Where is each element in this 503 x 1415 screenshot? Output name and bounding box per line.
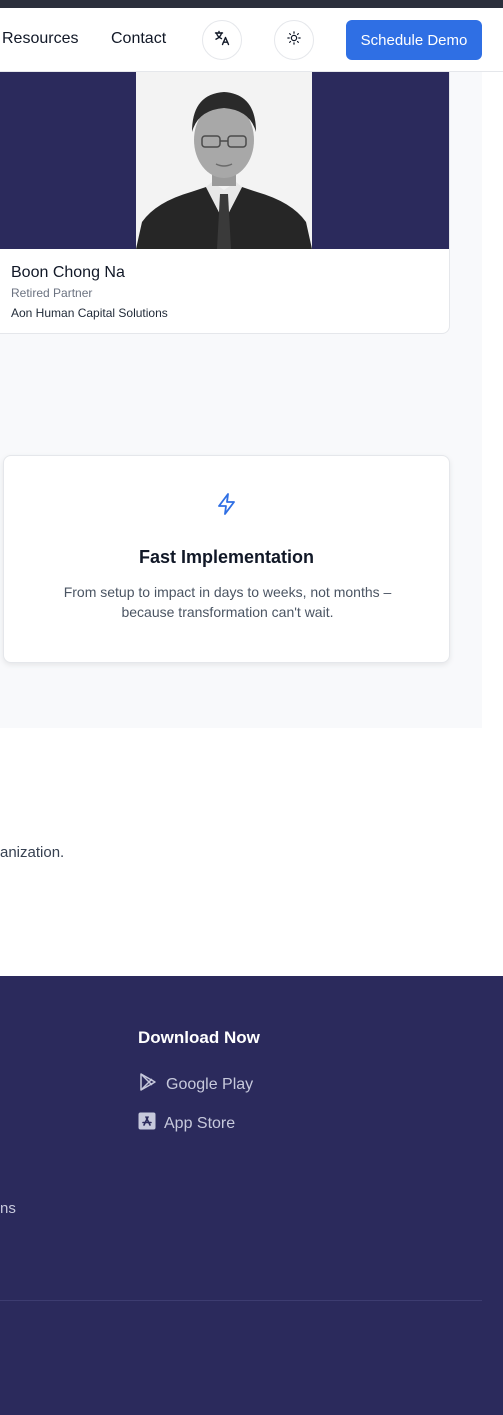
top-edge-bar [0,0,503,8]
page-gutter [482,72,503,728]
google-play-link[interactable]: Google Play [138,1072,253,1097]
google-play-icon [138,1072,166,1097]
google-play-label: Google Play [166,1075,254,1093]
nav-resources-link[interactable]: Resources [2,30,78,48]
feature-card: Fast Implementation From setup to impact… [3,455,450,663]
footer-text-fragment: ns [0,1200,16,1217]
footer-divider [0,1300,482,1301]
site-header: Resources Contact Schedule Demo [0,8,503,72]
theme-toggle-button[interactable] [274,20,314,60]
feature-title: Fast Implementation [138,547,315,567]
feature-description: From setup to impact in days to weeks, n… [63,584,392,620]
lightning-icon [215,492,239,521]
download-heading: Download Now [138,1028,260,1047]
schedule-demo-button[interactable]: Schedule Demo [346,20,482,60]
section-text-fragment: anization. [0,844,65,861]
language-button[interactable] [202,20,242,60]
sun-icon [287,30,301,50]
person-organization: Aon Human Capital Solutions [11,306,168,320]
app-store-label: App Store [164,1114,236,1132]
person-card: Boon Chong Na Retired Partner Aon Human … [0,72,450,334]
person-photo [136,72,312,249]
person-role: Retired Partner [11,286,93,300]
app-store-icon [138,1112,164,1135]
app-store-link[interactable]: App Store [138,1112,235,1135]
translate-icon [214,30,230,51]
site-footer: Download Now Google Play App Store ns [0,976,503,1415]
person-name: Boon Chong Na [11,264,125,281]
nav-contact-link[interactable]: Contact [111,30,166,48]
